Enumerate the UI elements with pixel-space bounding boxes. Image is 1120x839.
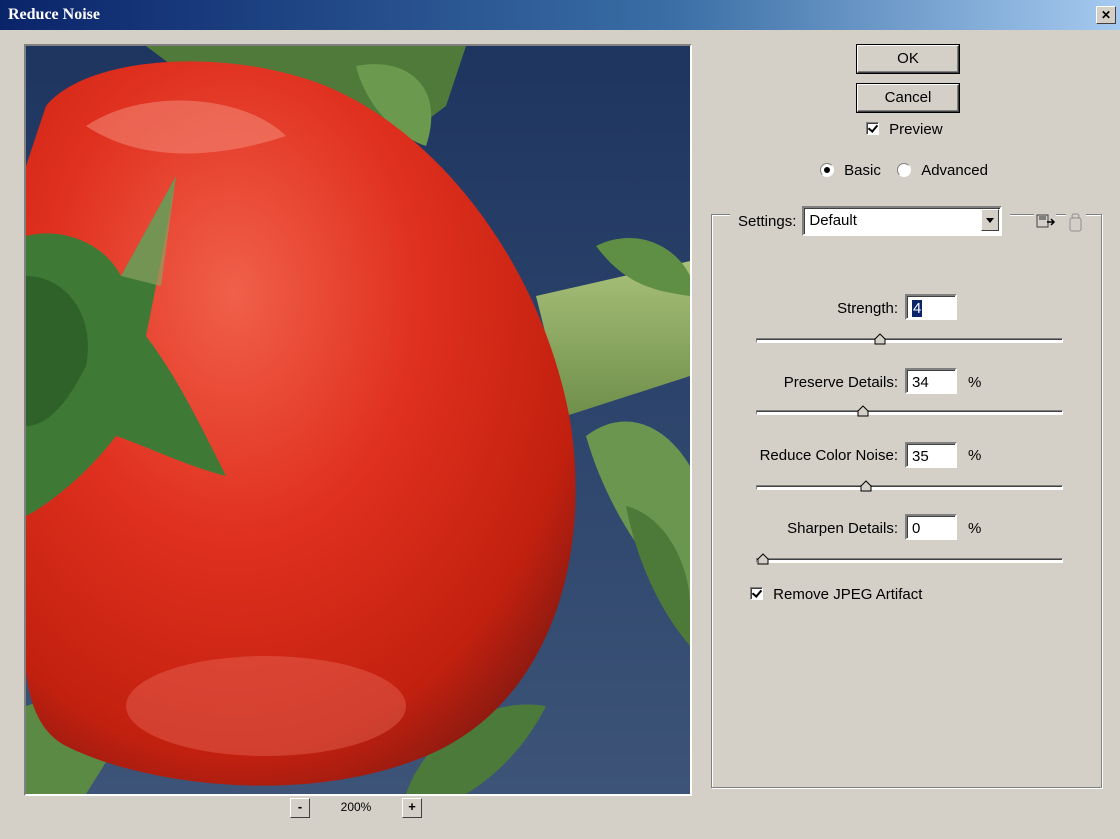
sharpen-details-unit: % [968,520,982,537]
zoom-in-button[interactable]: + [402,798,422,818]
sharpen-details-slider[interactable] [756,553,1063,565]
remove-jpeg-artifact-label: Remove JPEG Artifact [773,586,923,603]
preview-image [26,46,690,794]
close-icon: ✕ [1100,8,1112,22]
preview-checkbox[interactable] [866,122,879,135]
sharpen-details-label: Sharpen Details: [787,520,898,537]
basic-label: Basic [844,162,881,179]
strength-value: 4 [912,300,923,317]
title-bar: Reduce Noise ✕ [0,0,1120,30]
preview-label: Preview [889,121,943,138]
window-title: Reduce Noise [8,6,100,23]
image-preview[interactable] [24,44,692,796]
reduce-color-noise-slider[interactable] [756,480,1063,492]
ok-button[interactable]: OK [857,45,959,73]
reduce-color-noise-slider-thumb[interactable] [860,480,872,492]
basic-radio[interactable] [820,163,834,177]
settings-row: Settings: Default [730,206,1011,236]
settings-select[interactable]: Default [802,206,1003,236]
settings-value: Default [809,212,857,229]
preserve-details-slider[interactable] [756,405,1063,417]
trash-icon[interactable] [1066,212,1086,234]
remove-jpeg-artifact-checkbox[interactable] [750,587,763,600]
save-settings-icon[interactable] [1034,212,1056,232]
cancel-button[interactable]: Cancel [857,84,959,112]
preserve-details-input[interactable]: 34 [905,368,957,394]
jpeg-checkbox-row[interactable]: Remove JPEG Artifact [750,586,922,603]
advanced-label: Advanced [921,162,988,179]
strength-label: Strength: [837,300,898,317]
sharpen-details-slider-thumb[interactable] [757,553,769,565]
chevron-down-icon[interactable] [981,209,1000,231]
zoom-level: 200% [340,800,372,814]
sharpen-details-input[interactable]: 0 [905,514,957,540]
strength-slider[interactable] [756,333,1063,345]
reduce-color-noise-label: Reduce Color Noise: [759,447,898,464]
zoom-control: - 200% + [290,796,440,820]
mode-radio-group: Basic Advanced [820,162,988,179]
reduce-color-noise-unit: % [968,447,982,464]
strength-slider-thumb[interactable] [874,333,886,345]
zoom-out-button[interactable]: - [290,798,310,818]
strength-input[interactable]: 4 [905,294,957,320]
preserve-details-slider-thumb[interactable] [857,405,869,417]
settings-label: Settings: [738,212,797,230]
close-button[interactable]: ✕ [1096,6,1116,24]
advanced-radio[interactable] [897,163,912,177]
preserve-details-label: Preserve Details: [783,374,898,391]
preserve-details-unit: % [968,374,982,391]
preview-checkbox-row[interactable]: Preview [866,121,943,138]
reduce-color-noise-input[interactable]: 35 [905,442,957,468]
